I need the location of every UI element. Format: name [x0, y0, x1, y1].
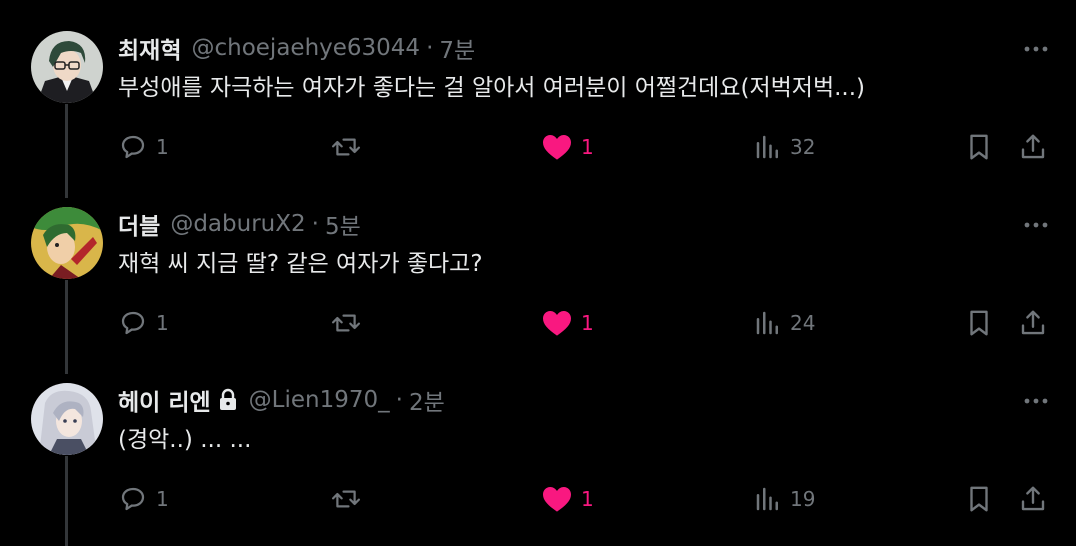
heart-filled-icon	[541, 484, 573, 514]
tweet-header: 더블 @daburuX2 · 5분	[118, 206, 361, 242]
retweet-icon	[330, 484, 362, 514]
separator-dot: ·	[426, 35, 434, 61]
reply-count: 1	[156, 311, 169, 335]
tweet-text: 부성애를 자극하는 여자가 좋다는 걸 알아서 여러분이 어쩔건데요(저벅저벅.…	[118, 75, 866, 101]
views-bar-chart-icon	[754, 484, 782, 514]
timestamp[interactable]: 2분	[409, 383, 445, 417]
reply-count: 1	[156, 487, 169, 511]
more-horizontal-icon[interactable]	[1018, 390, 1054, 412]
views-bar-chart-icon	[754, 132, 782, 162]
like-button[interactable]: 1	[541, 306, 594, 340]
more-horizontal-icon[interactable]	[1018, 38, 1054, 60]
share-upload-icon	[1018, 484, 1048, 514]
retweet-icon	[330, 132, 362, 162]
reply-button[interactable]: 1	[118, 130, 169, 164]
views-bar-chart-icon	[754, 308, 782, 338]
share-button[interactable]	[1018, 130, 1048, 164]
views-count: 19	[790, 487, 816, 511]
tweet[interactable]: 최재혁 @choejaehye63044 · 7분 부성애를 자극하는 여자가 …	[0, 0, 1076, 198]
like-count: 1	[581, 311, 594, 335]
tweet-text: (경악..) ... ...	[118, 427, 252, 453]
retweet-button[interactable]	[330, 482, 370, 516]
tweet-header: 최재혁 @choejaehye63044 · 7분	[118, 30, 475, 66]
share-button[interactable]	[1018, 482, 1048, 516]
avatar[interactable]	[31, 207, 103, 279]
reply-bubble-icon	[118, 132, 148, 162]
bookmark-button[interactable]	[964, 306, 994, 340]
separator-dot: ·	[311, 211, 319, 237]
retweet-button[interactable]	[330, 130, 370, 164]
user-handle[interactable]: @daburuX2	[170, 211, 305, 237]
views-count: 32	[790, 135, 816, 159]
share-upload-icon	[1018, 132, 1048, 162]
separator-dot: ·	[395, 387, 403, 413]
tweet-header: 헤이 리엔 @Lien1970_ · 2분	[118, 382, 445, 418]
like-count: 1	[581, 135, 594, 159]
reply-button[interactable]: 1	[118, 306, 169, 340]
bookmark-button[interactable]	[964, 130, 994, 164]
bookmark-button[interactable]	[964, 482, 994, 516]
views-button[interactable]: 32	[754, 130, 815, 164]
timestamp[interactable]: 7분	[439, 31, 475, 65]
share-button[interactable]	[1018, 306, 1048, 340]
display-name[interactable]: 헤이 리엔	[118, 383, 211, 417]
bookmark-icon	[964, 484, 994, 514]
like-count: 1	[581, 487, 594, 511]
share-upload-icon	[1018, 308, 1048, 338]
heart-filled-icon	[541, 308, 573, 338]
lock-icon	[217, 388, 239, 412]
avatar[interactable]	[31, 31, 103, 103]
reply-count: 1	[156, 135, 169, 159]
tweet-text: 재혁 씨 지금 딸? 같은 여자가 좋다고?	[118, 251, 483, 277]
reply-bubble-icon	[118, 484, 148, 514]
views-button[interactable]: 19	[754, 482, 815, 516]
bookmark-icon	[964, 132, 994, 162]
avatar[interactable]	[31, 383, 103, 455]
heart-filled-icon	[541, 132, 573, 162]
display-name[interactable]: 더블	[118, 207, 160, 241]
more-horizontal-icon[interactable]	[1018, 214, 1054, 236]
like-button[interactable]: 1	[541, 130, 594, 164]
retweet-icon	[330, 308, 362, 338]
views-count: 24	[790, 311, 816, 335]
reply-button[interactable]: 1	[118, 482, 169, 516]
user-handle[interactable]: @choejaehye63044	[191, 35, 420, 61]
tweet[interactable]: 더블 @daburuX2 · 5분 재혁 씨 지금 딸? 같은 여자가 좋다고?…	[0, 176, 1076, 374]
thread-connector-line	[65, 456, 68, 546]
bookmark-icon	[964, 308, 994, 338]
tweet[interactable]: 헤이 리엔 @Lien1970_ · 2분 (경악..) ... ... 1 1…	[0, 352, 1076, 546]
timestamp[interactable]: 5분	[325, 207, 361, 241]
views-button[interactable]: 24	[754, 306, 815, 340]
display-name[interactable]: 최재혁	[118, 31, 181, 65]
retweet-button[interactable]	[330, 306, 370, 340]
like-button[interactable]: 1	[541, 482, 594, 516]
reply-bubble-icon	[118, 308, 148, 338]
user-handle[interactable]: @Lien1970_	[249, 387, 390, 413]
